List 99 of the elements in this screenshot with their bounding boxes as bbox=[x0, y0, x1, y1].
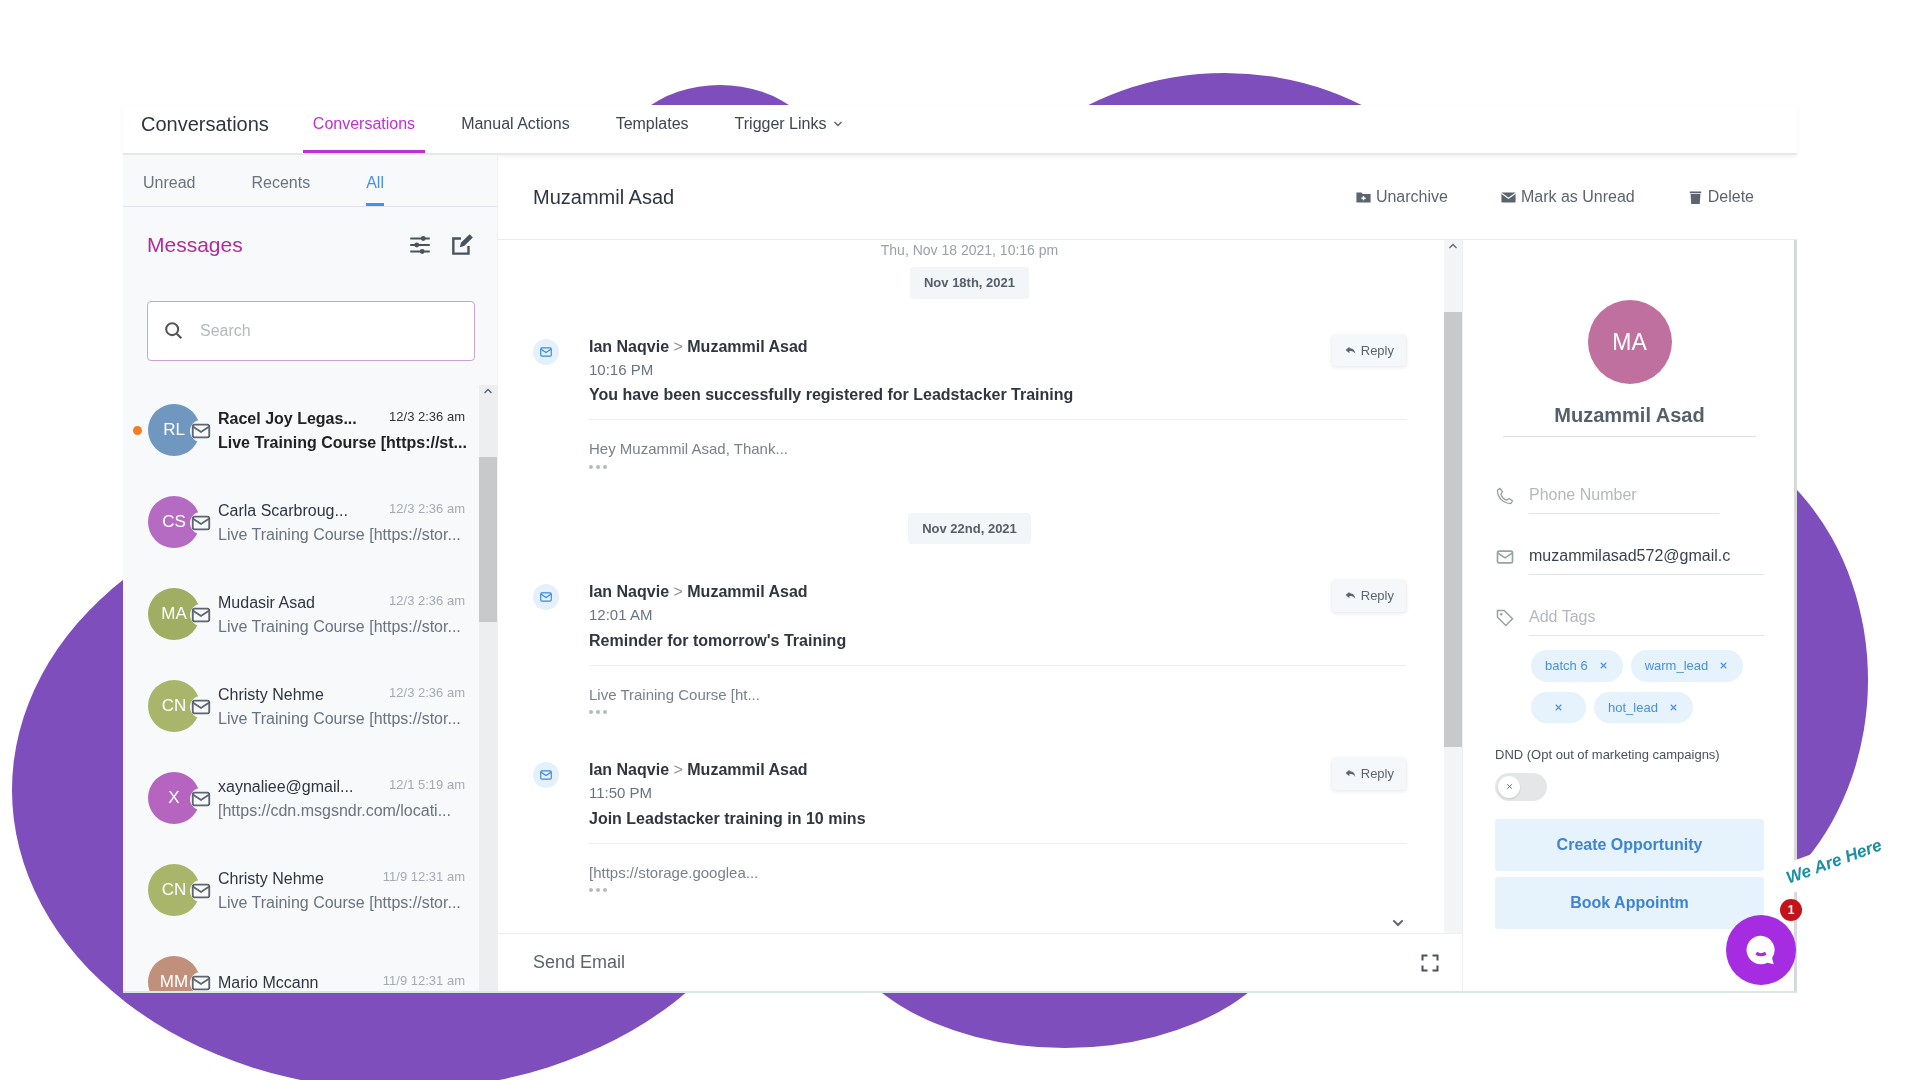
message-time: 12/3 2:36 am bbox=[389, 407, 465, 426]
avatar: RL bbox=[148, 403, 200, 456]
more-icon[interactable] bbox=[589, 888, 607, 892]
message-sender: Ian Naqvie > Muzammil Asad bbox=[589, 760, 809, 780]
date-chip: Nov 22nd, 2021 bbox=[908, 512, 1031, 544]
message-snippet: Live Training Course [ht... bbox=[589, 684, 761, 705]
filter-tab[interactable]: Recents bbox=[251, 171, 311, 206]
mark-unread-button[interactable]: Mark as Unread bbox=[1493, 184, 1641, 210]
send-email-label[interactable]: Send Email bbox=[533, 949, 1420, 976]
message-time: 10:16 PM bbox=[589, 359, 655, 380]
unread-dot bbox=[133, 426, 142, 435]
message-snippet: Hey Muzammil Asad, Thank... bbox=[589, 439, 789, 459]
contact-name: Christy Nehme bbox=[218, 684, 324, 705]
message-time: 12:01 AM bbox=[589, 605, 654, 625]
message-sender: Ian Naqvie > Muzammil Asad bbox=[589, 582, 809, 602]
reply-button[interactable]: Reply bbox=[1331, 758, 1406, 790]
contact-avatar: MA bbox=[1587, 300, 1672, 384]
compose-icon[interactable] bbox=[449, 231, 475, 258]
delete-button[interactable]: Delete bbox=[1680, 184, 1760, 210]
message-subject: Reminder for tomorrow's Training bbox=[589, 630, 847, 651]
message-preview: Live Training Course [https://stor... bbox=[218, 708, 462, 729]
filter-tab[interactable]: Unread bbox=[143, 171, 196, 206]
avatar: MA bbox=[148, 587, 200, 640]
action-button[interactable]: Book Appointm bbox=[1495, 876, 1764, 929]
tag-label: warm_lead bbox=[1644, 657, 1709, 675]
email-icon bbox=[533, 338, 559, 365]
tag-icon bbox=[1495, 607, 1515, 628]
message-preview: Live Training Course [https://stor... bbox=[218, 616, 462, 637]
message-time: 11:50 PM bbox=[589, 783, 654, 803]
avatar: CN bbox=[148, 863, 200, 916]
conversation-item[interactable]: CN Christy Nehme 11/9 12:31 am Live Training Course [https://stor... bbox=[133, 844, 479, 937]
avatar: MM bbox=[148, 955, 200, 991]
message-preview: Live Training Course [https://stor... bbox=[218, 892, 462, 913]
expand-icon[interactable] bbox=[1420, 952, 1440, 973]
nav-tab[interactable]: Manual Actions bbox=[451, 112, 580, 153]
conversation-item[interactable]: MA Mudasir Asad 12/3 2:36 am Live Training Course [https://stor... bbox=[133, 568, 479, 661]
page-title: Conversations bbox=[141, 112, 269, 137]
email-field[interactable]: muzammilasad572@gmail.c bbox=[1529, 538, 1764, 575]
nav-tab[interactable]: Trigger Links bbox=[724, 112, 855, 153]
message-time: 12/3 2:36 am bbox=[389, 591, 465, 610]
contact-name: Muzammil Asad bbox=[1503, 400, 1756, 437]
phone-field[interactable]: Phone Number bbox=[1529, 477, 1719, 514]
mail-icon bbox=[190, 879, 212, 902]
message-time: 11/9 12:31 am bbox=[382, 971, 465, 990]
messages-heading: Messages bbox=[147, 232, 244, 258]
conversation-item[interactable]: RL Racel Joy Legas... 12/3 2:36 am Live Training Course [https://st... bbox=[133, 384, 479, 477]
search-icon bbox=[163, 319, 185, 342]
contact-name: Christy Nehme bbox=[218, 868, 324, 889]
contact-name: Carla Scarbroug... bbox=[218, 500, 348, 521]
message-time: 12/3 2:36 am bbox=[389, 683, 465, 702]
message-time: 12/1 5:19 am bbox=[389, 775, 465, 794]
mail-icon bbox=[190, 787, 212, 810]
contact-name: Racel Joy Legas... bbox=[218, 408, 357, 429]
tags-field[interactable]: Add Tags bbox=[1529, 599, 1764, 636]
contact-name: Mario Mccann bbox=[218, 972, 319, 991]
message-subject: You have been successfully registered for Leadstacker Training bbox=[589, 385, 1074, 405]
mail-icon bbox=[190, 511, 212, 534]
dnd-toggle[interactable] bbox=[1495, 772, 1547, 801]
conversation-item[interactable]: X xaynaliee@gmail... 12/1 5:19 am [https://cdn.msgsndr.com/locati... bbox=[133, 752, 479, 845]
more-icon[interactable] bbox=[589, 464, 607, 469]
contact-name: xaynaliee@gmail... bbox=[218, 776, 354, 797]
timestamp: Thu, Nov 18 2021, 10:16 pm bbox=[879, 241, 1060, 260]
mail-icon bbox=[190, 603, 212, 626]
message-preview: Live Training Course [https://stor... bbox=[218, 524, 462, 545]
scrollbar[interactable] bbox=[1444, 240, 1462, 933]
phone-icon bbox=[1495, 485, 1515, 506]
unarchive-button[interactable]: Unarchive bbox=[1348, 184, 1454, 210]
dnd-label: DND (Opt out of marketing campaigns) bbox=[1495, 746, 1721, 764]
scrollbar[interactable] bbox=[479, 384, 497, 991]
message-time: 11/9 12:31 am bbox=[382, 867, 465, 886]
email-icon bbox=[533, 762, 559, 788]
conversation-item[interactable]: MM Mario Mccann 11/9 12:31 am bbox=[133, 936, 479, 991]
message-preview: [https://cdn.msgsndr.com/locati... bbox=[218, 800, 452, 821]
tag-label: hot_lead bbox=[1608, 698, 1658, 717]
avatar: CN bbox=[148, 679, 200, 732]
mail-icon bbox=[190, 419, 212, 442]
message-subject: Join Leadstacker training in 10 mins bbox=[589, 808, 866, 829]
message-time: 12/3 2:36 am bbox=[389, 499, 465, 518]
nav-tab[interactable]: Templates bbox=[605, 112, 699, 153]
conversation-item[interactable]: CN Christy Nehme 12/3 2:36 am Live Training Course [https://stor... bbox=[133, 660, 479, 753]
tag-label: batch 6 bbox=[1545, 657, 1588, 675]
reply-button[interactable]: Reply bbox=[1331, 334, 1406, 366]
date-chip: Nov 18th, 2021 bbox=[909, 267, 1029, 299]
contact-name: Mudasir Asad bbox=[218, 592, 315, 613]
message-snippet: [https://storage.googlea... bbox=[589, 862, 760, 883]
action-button[interactable]: Create Opportunity bbox=[1495, 818, 1764, 871]
conversation-item[interactable]: CS Carla Scarbroug... 12/3 2:36 am Live Training Course [https://stor... bbox=[133, 476, 479, 569]
email-icon bbox=[533, 584, 559, 610]
search-field[interactable]: Search bbox=[147, 300, 475, 361]
notification-badge: 1 bbox=[1780, 899, 1802, 921]
message-preview: Live Training Course [https://st... bbox=[218, 432, 465, 453]
reply-button[interactable]: Reply bbox=[1331, 580, 1406, 612]
mail-icon bbox=[190, 695, 212, 718]
avatar: CS bbox=[148, 495, 200, 548]
x-icon bbox=[1504, 782, 1514, 791]
avatar: X bbox=[148, 771, 200, 824]
message-sender: Ian Naqvie > Muzammil Asad bbox=[589, 336, 809, 357]
conversation-title: Muzammil Asad bbox=[533, 185, 676, 210]
more-icon[interactable] bbox=[589, 710, 607, 714]
